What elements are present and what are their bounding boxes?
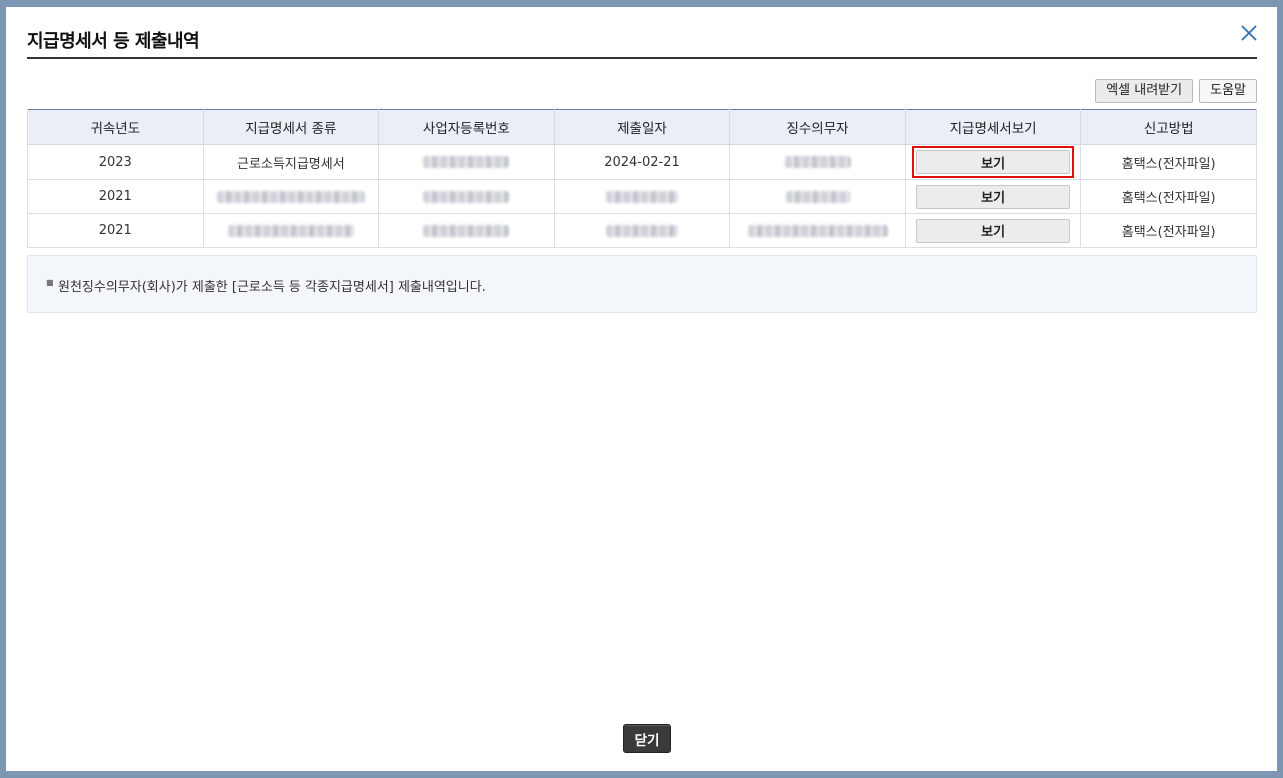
table-row: 2021 보기 홈택스(전자파일) [27,213,1257,248]
bullet-icon: ■ [46,278,54,287]
cell-year: 2021 [27,179,204,214]
cell-type: 근로소득지급명세서 [202,144,380,180]
view-button[interactable]: 보기 [916,184,1071,209]
title-divider [27,57,1257,59]
notice-box: ■ 원천징수의무자(회사)가 제출한 [근로소득 등 각종지급명세서] 제출내역… [27,255,1257,313]
help-button[interactable]: 도움말 [1199,79,1257,103]
toolbar: 엑셀 내려받기 도움말 [1095,79,1257,103]
cell-view: 보기 [904,144,1082,180]
close-icon[interactable] [1239,23,1259,43]
notice-text: 원천징수의무자(회사)가 제출한 [근로소득 등 각종지급명세서] 제출내역입니… [58,280,486,295]
redacted-text [423,224,510,237]
header-date: 제출일자 [553,109,731,145]
cell-type [202,213,380,248]
view-button[interactable]: 보기 [916,150,1071,174]
header-year: 귀속년도 [27,109,204,145]
cell-payer [729,179,906,214]
cell-year: 2021 [27,213,204,248]
cell-date [553,179,731,214]
redacted-text [227,224,354,237]
submission-table: 귀속년도 지급명세서 종류 사업자등록번호 제출일자 징수의무자 지급명세서보기… [27,109,1257,248]
cell-payer [729,213,906,248]
excel-download-button[interactable]: 엑셀 내려받기 [1095,79,1194,103]
redacted-text [423,156,510,168]
dialog: 지급명세서 등 제출내역 엑셀 내려받기 도움말 귀속년도 지급명세서 종류 사… [6,7,1277,771]
dialog-title: 지급명세서 등 제출내역 [27,31,200,52]
cell-method: 홈택스(전자파일) [1080,179,1257,214]
cell-bizno [378,213,555,248]
table-row: 2021 보기 홈택스(전자파일) [27,179,1257,214]
cell-view: 보기 [904,179,1082,214]
redacted-text [216,190,365,203]
cell-year: 2023 [27,144,204,180]
redacted-text [605,190,678,203]
cell-date: 2024-02-21 [553,144,731,180]
header-payer: 징수의무자 [729,109,906,145]
cell-bizno [378,179,555,214]
cell-type [202,179,380,214]
redacted-text [785,190,850,203]
cell-payer [729,144,906,180]
cell-date [553,213,731,248]
header-method: 신고방법 [1080,109,1257,145]
cell-method: 홈택스(전자파일) [1080,144,1257,180]
redacted-text [784,156,851,168]
cell-bizno [378,144,555,180]
table-row: 2023 근로소득지급명세서 2024-02-21 보기 홈택스(전자파일) [27,144,1257,180]
redacted-text [747,224,888,237]
header-type: 지급명세서 종류 [202,109,380,145]
table-header-row: 귀속년도 지급명세서 종류 사업자등록번호 제출일자 징수의무자 지급명세서보기… [27,109,1257,145]
redacted-text [423,190,510,203]
cell-view: 보기 [904,213,1082,248]
header-view: 지급명세서보기 [904,109,1082,145]
highlight-box: 보기 [912,146,1075,178]
view-button[interactable]: 보기 [916,218,1071,243]
close-button[interactable]: 닫기 [623,724,671,753]
redacted-text [605,224,678,237]
cell-method: 홈택스(전자파일) [1080,213,1257,248]
header-bizno: 사업자등록번호 [378,109,555,145]
